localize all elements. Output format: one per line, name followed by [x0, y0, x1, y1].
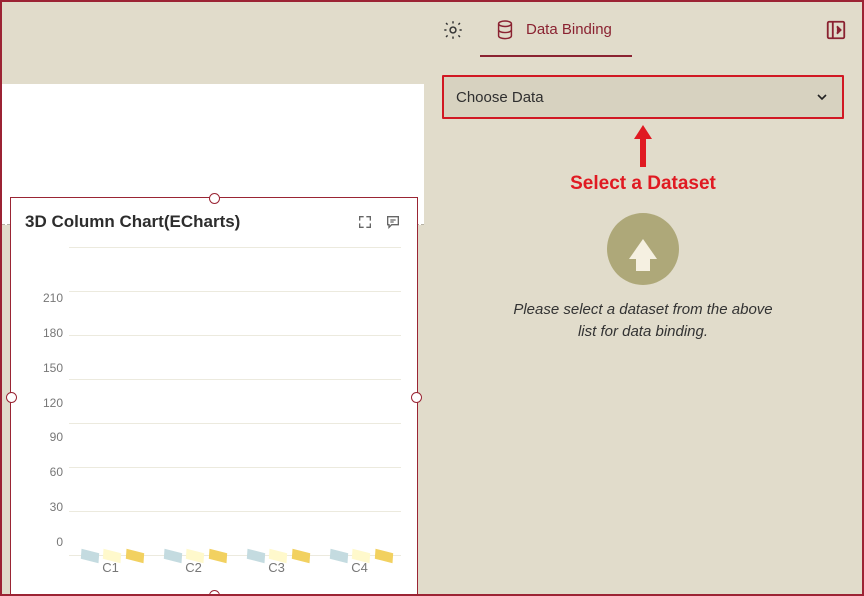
dataset-dropdown-label: Choose Data: [456, 89, 814, 106]
arrow-up-icon: [632, 125, 654, 167]
x-tick: C1: [69, 560, 152, 582]
top-toolbar: Data Binding: [2, 2, 862, 57]
maximize-icon: [357, 214, 373, 230]
design-canvas[interactable]: 3D Column Chart(ECharts) 0 30 60 90 120 150 18…: [2, 57, 424, 594]
resize-handle-right[interactable]: [411, 392, 422, 403]
chart-y-axis: 0306090120150180210: [25, 298, 69, 542]
y-tick: 90: [50, 430, 63, 444]
callout-arrow: [442, 125, 844, 167]
upload-placeholder-circle: [607, 213, 679, 285]
chart-x-axis: C1C2C3C4: [69, 560, 401, 582]
dataset-dropdown[interactable]: Choose Data: [442, 75, 844, 119]
chevron-down-icon: [814, 89, 830, 105]
x-tick: C2: [152, 560, 235, 582]
y-tick: 150: [43, 361, 63, 375]
database-icon: [494, 19, 516, 41]
callout-label: Select a Dataset: [442, 173, 844, 195]
data-binding-panel: Choose Data Select a Dataset Please sele…: [424, 57, 862, 594]
y-tick: 30: [50, 500, 63, 514]
resize-handle-bottom[interactable]: [209, 590, 220, 596]
active-tab-underline: [480, 55, 632, 57]
dataset-instruction-text: Please select a dataset from the above l…: [513, 299, 773, 343]
chart-widget[interactable]: 3D Column Chart(ECharts) 0 30 60 90 120 150 18…: [10, 197, 418, 596]
y-tick: 120: [43, 396, 63, 410]
tab-data-binding[interactable]: Data Binding: [479, 2, 627, 57]
tab-settings[interactable]: [427, 2, 479, 57]
panel-collapse-icon: [825, 19, 847, 41]
widget-title: 3D Column Chart(ECharts): [25, 212, 240, 232]
chart-plot: [69, 248, 401, 556]
panel-collapse-button[interactable]: [825, 19, 847, 41]
comment-button[interactable]: [383, 213, 403, 231]
y-tick: 180: [43, 326, 63, 340]
gear-icon: [442, 19, 464, 41]
y-tick: 210: [43, 291, 63, 305]
chart-area: 0 30 60 90 120 150 180 210 C1C2C3C4: [25, 248, 407, 582]
y-tick: 0: [56, 535, 63, 549]
tab-data-binding-label: Data Binding: [526, 21, 612, 38]
x-tick: C4: [318, 560, 401, 582]
resize-handle-left[interactable]: [6, 392, 17, 403]
comment-icon: [385, 214, 401, 230]
y-tick: 60: [50, 465, 63, 479]
x-tick: C3: [235, 560, 318, 582]
resize-handle-top[interactable]: [209, 193, 220, 204]
upload-arrow-icon: [629, 239, 657, 259]
maximize-button[interactable]: [355, 213, 375, 231]
